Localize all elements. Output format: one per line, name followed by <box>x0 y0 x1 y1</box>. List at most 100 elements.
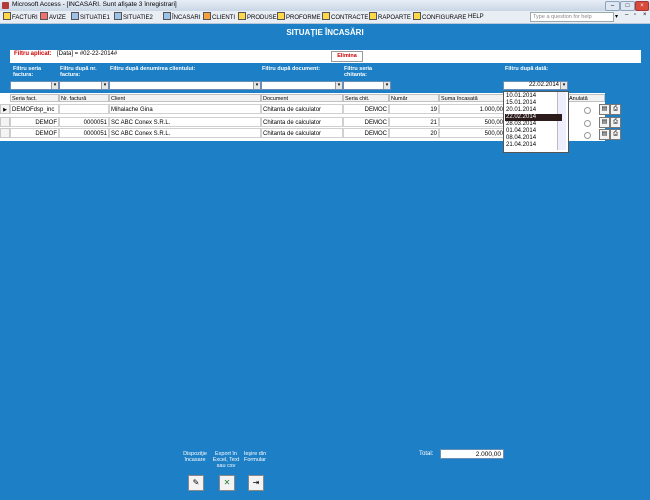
remove-filter-button[interactable]: Elimina <box>331 51 363 62</box>
col-header-cancelled[interactable]: Anulată <box>567 94 605 102</box>
cell-invoice-number[interactable]: 0000051 <box>59 117 109 127</box>
menu-bar: FACTURI AVIZE SITUATIE1 SITUATIE2 ÎNCASA… <box>0 11 650 24</box>
help-search-input[interactable]: Type a question for help <box>530 12 614 22</box>
minimize-button[interactable]: – <box>605 1 620 11</box>
chevron-down-icon[interactable]: ▾ <box>51 82 58 89</box>
access-app-icon <box>2 2 9 9</box>
menu-proforme[interactable]: PROFORME <box>277 12 321 22</box>
filter-date-value: 22.02.2014 <box>528 82 559 88</box>
col-header-number[interactable]: Număr <box>389 94 439 102</box>
child-minimize-icon[interactable]: – <box>625 12 628 18</box>
chevron-down-icon[interactable]: ▾ <box>253 82 260 89</box>
cell-document[interactable]: Chitanta de calculator <box>261 117 343 127</box>
menu-clienti[interactable]: CLIENTI <box>203 12 235 22</box>
form-title: SITUAŢIE ÎNCASĂRI <box>286 28 364 37</box>
receipt-disposition-button[interactable]: ✎ <box>188 475 204 491</box>
row-selector-current-icon[interactable]: ▶ <box>0 104 10 114</box>
date-option[interactable]: 15.01.2014 <box>505 100 562 107</box>
print-icon[interactable]: ⎙ <box>610 117 621 128</box>
print-icon[interactable]: ⎙ <box>610 104 621 115</box>
exit-door-icon: ⇥ <box>252 478 260 487</box>
child-close-icon[interactable]: × <box>643 12 647 18</box>
excel-icon: ✕ <box>223 478 231 487</box>
filter-receipt-series-combo[interactable]: ▾ <box>343 81 391 90</box>
filter-document-label: Filtru după document: <box>262 66 321 72</box>
cell-amount[interactable]: 500,00 <box>439 117 505 127</box>
child-restore-icon[interactable]: ▫ <box>634 12 636 18</box>
filter-client-combo[interactable]: ▾ <box>109 81 261 90</box>
cancelled-radio[interactable] <box>584 107 591 114</box>
help-dropdown-icon[interactable]: ▾ <box>615 13 618 20</box>
date-option[interactable]: 20.01.2014 <box>505 107 562 114</box>
menu-facturi[interactable]: FACTURI <box>3 12 38 22</box>
menu-rapoarte[interactable]: RAPOARTE <box>369 12 411 22</box>
cell-number[interactable]: 20 <box>389 128 439 138</box>
filter-invoice-number-combo[interactable]: ▾ <box>59 81 109 90</box>
filter-applied-value: [Data] = #02-22-2014# <box>57 51 118 57</box>
date-option-selected[interactable]: 22.02.2014 <box>505 114 562 121</box>
col-header-client[interactable]: Client <box>109 94 261 102</box>
chevron-down-icon[interactable]: ▾ <box>383 82 390 89</box>
filter-receipt-series-label: Filtru seria chitanta: <box>344 66 373 78</box>
export-excel-button[interactable]: ✕ <box>219 475 235 491</box>
date-option[interactable]: 28.03.2014 <box>505 121 562 128</box>
menu-situatie2[interactable]: SITUATIE2 <box>114 12 153 22</box>
col-header-document[interactable]: Document <box>261 94 343 102</box>
cell-client[interactable]: SC ABC Conex S.R.L. <box>109 128 261 138</box>
menu-help[interactable]: HELP <box>468 12 484 22</box>
row-selector[interactable] <box>0 128 10 138</box>
cell-receipt-series[interactable]: DEMOC <box>343 104 389 114</box>
cell-receipt-series[interactable]: DEMOC <box>343 128 389 138</box>
cancelled-radio[interactable] <box>584 132 591 139</box>
cell-number[interactable]: 19 <box>389 104 439 114</box>
document-icon[interactable]: ▤ <box>599 104 610 115</box>
print-icon[interactable]: ⎙ <box>610 129 621 140</box>
col-header-amount[interactable]: Suma încasată <box>439 94 505 102</box>
cell-amount[interactable]: 500,00 <box>439 128 505 138</box>
menu-contracte[interactable]: CONTRACTE <box>322 12 368 22</box>
col-header-invoice-number[interactable]: Nr. factură <box>59 94 109 102</box>
filter-document-combo[interactable]: ▾ <box>261 81 343 90</box>
cell-document[interactable]: Chitanta de calculator <box>261 128 343 138</box>
total-value: 2.000,00 <box>440 449 504 459</box>
filter-invoice-series-combo[interactable]: ▾ <box>10 81 59 90</box>
date-option[interactable]: 21.04.2014 <box>505 142 562 149</box>
document-icon[interactable]: ▤ <box>599 129 610 140</box>
exit-form-button[interactable]: ⇥ <box>248 475 264 491</box>
row-selector[interactable] <box>0 117 10 127</box>
cell-invoice-series[interactable]: DEMOF <box>10 117 59 127</box>
filter-date-combo[interactable]: 22.02.2014 ▾ <box>503 81 568 90</box>
exit-form-label: Ieşire din Formular <box>243 451 267 463</box>
menu-configurare[interactable]: CONFIGURARE <box>413 12 466 22</box>
menu-situatie1[interactable]: SITUATIE1 <box>71 12 110 22</box>
cell-invoice-series[interactable]: DEMOF <box>10 128 59 138</box>
close-button[interactable]: × <box>635 1 649 11</box>
cell-invoice-number[interactable]: 0000051 <box>59 128 109 138</box>
cell-client[interactable]: SC ABC Conex S.R.L. <box>109 117 261 127</box>
menu-produse[interactable]: PRODUSE <box>238 12 277 22</box>
menu-incasari[interactable]: ÎNCASARI <box>163 12 200 22</box>
edit-document-icon: ✎ <box>192 478 200 487</box>
chevron-down-icon[interactable]: ▾ <box>335 82 342 89</box>
export-label: Export în Excel, Text sau csv <box>212 451 240 469</box>
date-option[interactable]: 08.04.2014 <box>505 135 562 142</box>
chevron-down-icon[interactable]: ▾ <box>101 82 108 89</box>
cell-client[interactable]: Mihalache Gina <box>109 104 261 114</box>
cell-invoice-number[interactable] <box>59 104 109 114</box>
cell-receipt-series[interactable]: DEMOC <box>343 117 389 127</box>
filter-applied-label: Filtru aplicat: <box>14 51 52 57</box>
cell-amount[interactable]: 1.000,00 <box>439 104 505 114</box>
col-header-receipt-series[interactable]: Seria chit. <box>343 94 389 102</box>
date-option[interactable]: 10.01.2014 <box>505 93 562 100</box>
chevron-down-icon[interactable]: ▾ <box>560 82 567 89</box>
col-header-invoice-series[interactable]: Seria fact. <box>10 94 59 102</box>
cancelled-radio[interactable] <box>584 120 591 127</box>
menu-avize[interactable]: AVIZE <box>40 12 66 22</box>
date-option[interactable]: 01.04.2014 <box>505 128 562 135</box>
document-icon[interactable]: ▤ <box>599 117 610 128</box>
cell-document[interactable]: Chitanta de calculator <box>261 104 343 114</box>
cell-invoice-series[interactable]: DEMOFdsp_inc <box>10 104 59 114</box>
filter-client-label: Filtru după denumirea clientului: <box>110 66 196 72</box>
cell-number[interactable]: 21 <box>389 117 439 127</box>
maximize-button[interactable]: □ <box>620 1 635 11</box>
